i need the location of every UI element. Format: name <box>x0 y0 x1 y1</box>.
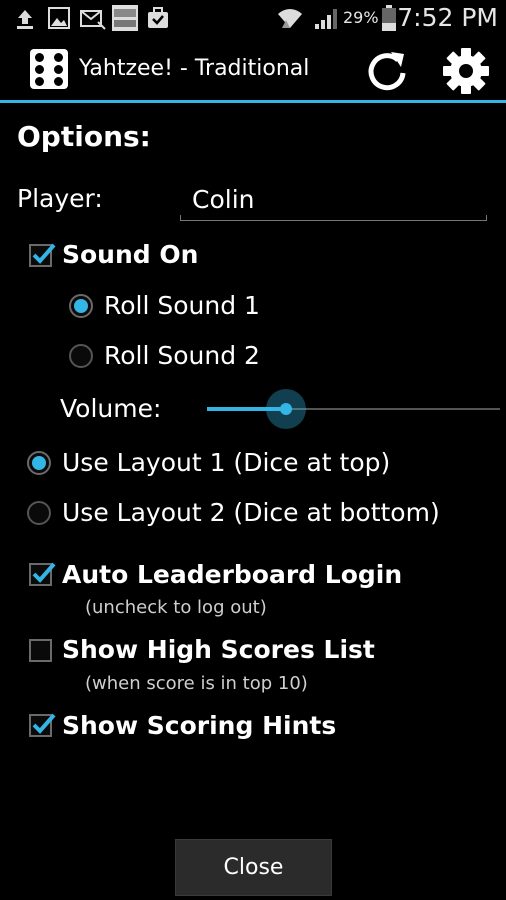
roll-sound-1-label[interactable]: Roll Sound 1 <box>104 291 260 320</box>
settings-button[interactable] <box>442 47 490 95</box>
briefcase-icon <box>148 7 168 28</box>
checkmark-icon <box>32 713 56 734</box>
layout-2-radio[interactable] <box>27 501 51 525</box>
checkmark-icon <box>32 243 56 264</box>
scoring-hints-checkbox[interactable] <box>29 713 56 737</box>
volume-label: Volume: <box>60 394 162 423</box>
scoring-hints-label[interactable]: Show Scoring Hints <box>62 711 336 740</box>
battery-percent: 29% <box>343 8 379 27</box>
layout-1-radio[interactable] <box>27 451 51 475</box>
roll-sound-2-label[interactable]: Roll Sound 2 <box>104 341 260 370</box>
layout-1-label[interactable]: Use Layout 1 (Dice at top) <box>62 448 390 477</box>
options-heading: Options: <box>17 120 151 153</box>
image-icon <box>48 7 70 29</box>
refresh-icon <box>368 52 406 91</box>
layout-2-label[interactable]: Use Layout 2 (Dice at bottom) <box>62 498 440 527</box>
basic4android-icon <box>112 5 138 31</box>
gear-icon <box>443 48 489 94</box>
high-scores-checkbox[interactable] <box>29 639 52 662</box>
signal-icon <box>315 9 337 29</box>
roll-sound-1-radio[interactable] <box>69 294 93 318</box>
refresh-button[interactable] <box>364 48 410 94</box>
auto-leaderboard-hint: (uncheck to log out) <box>85 597 267 618</box>
app-title: Yahtzee! - Traditional <box>79 56 310 81</box>
checkmark-icon <box>32 562 56 583</box>
auto-leaderboard-label[interactable]: Auto Leaderboard Login <box>62 560 402 589</box>
sound-on-checkbox[interactable] <box>29 243 56 267</box>
clock: 7:52 PM <box>397 3 498 32</box>
high-scores-hint: (when score is in top 10) <box>85 673 308 694</box>
email-icon <box>80 10 106 30</box>
high-scores-label[interactable]: Show High Scores List <box>62 635 375 664</box>
status-bar: 29% 7:52 PM <box>0 0 506 36</box>
player-label: Player: <box>17 184 103 213</box>
player-name-input[interactable] <box>180 176 487 222</box>
upload-icon <box>17 10 33 29</box>
sound-on-label[interactable]: Sound On <box>62 240 198 269</box>
wifi-icon <box>278 9 302 28</box>
roll-sound-2-radio[interactable] <box>69 344 93 368</box>
close-button[interactable]: Close <box>175 839 332 896</box>
action-bar-divider <box>0 100 506 103</box>
dice-app-icon <box>30 49 68 89</box>
volume-slider-thumb[interactable] <box>266 389 307 429</box>
battery-icon <box>382 5 396 31</box>
auto-leaderboard-checkbox[interactable] <box>29 562 56 586</box>
